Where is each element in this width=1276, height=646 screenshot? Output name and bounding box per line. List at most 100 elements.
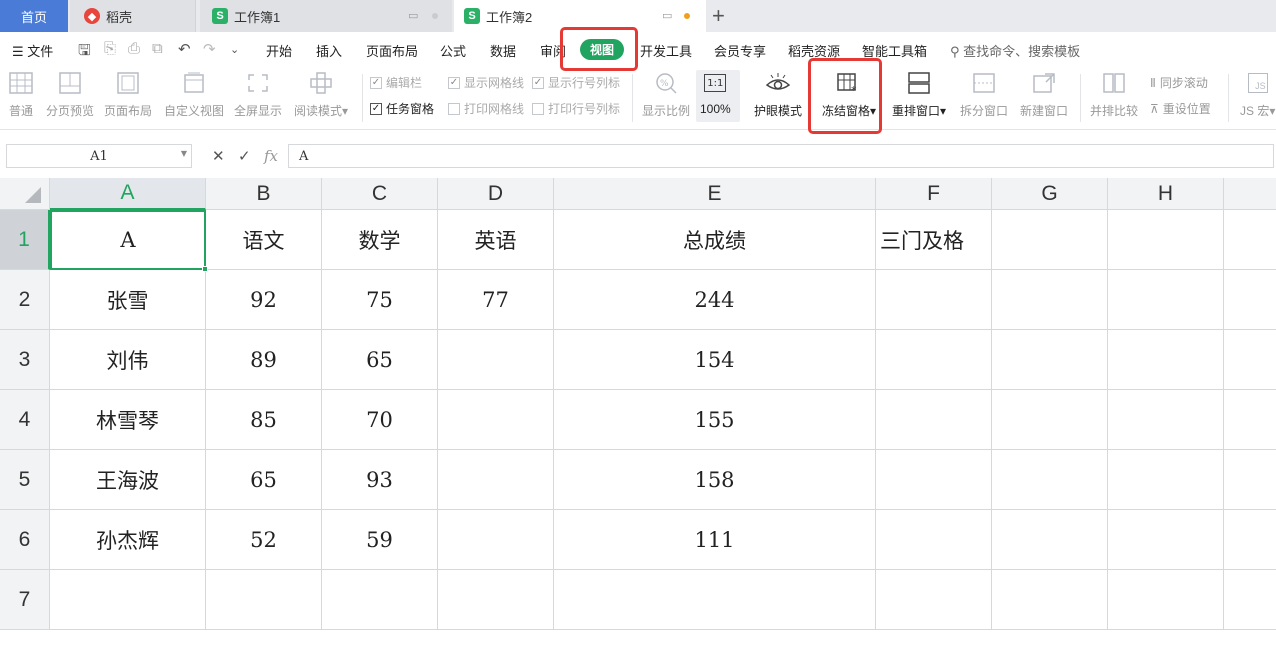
custom-view-button[interactable]: 自定义视图: [164, 70, 224, 119]
cell-d1[interactable]: 英语: [438, 210, 554, 270]
cell-c4[interactable]: 70: [322, 390, 438, 450]
cell-a1[interactable]: A: [50, 210, 206, 270]
cell-h2[interactable]: [1108, 270, 1224, 330]
arrange-all-button[interactable]: 重排窗口▾: [892, 70, 946, 119]
cell-e7[interactable]: [554, 570, 876, 630]
cell-b3[interactable]: 89: [206, 330, 322, 390]
formula-input[interactable]: A: [288, 144, 1274, 168]
cell-g3[interactable]: [992, 330, 1108, 390]
reading-mode-button[interactable]: 阅读模式▾: [294, 70, 348, 119]
row-header-2[interactable]: 2: [0, 270, 50, 330]
print-icon[interactable]: ⎙: [128, 40, 140, 57]
cell-c6[interactable]: 59: [322, 510, 438, 570]
cell-a2[interactable]: 张雪: [50, 270, 206, 330]
cell-partial[interactable]: [1224, 390, 1276, 450]
cell-g7[interactable]: [992, 570, 1108, 630]
fx-icon[interactable]: fx: [264, 147, 278, 165]
cell-b7[interactable]: [206, 570, 322, 630]
cell-h6[interactable]: [1108, 510, 1224, 570]
menu-start[interactable]: 开始: [266, 41, 292, 60]
normal-view-button[interactable]: 普通: [8, 70, 34, 119]
eye-protection-button[interactable]: 护眼模式: [754, 70, 802, 119]
cell-f4[interactable]: [876, 390, 992, 450]
cell-a6[interactable]: 孙杰辉: [50, 510, 206, 570]
column-header-e[interactable]: E: [554, 178, 876, 210]
chevron-down-icon[interactable]: ▼: [181, 149, 187, 158]
export-pdf-icon[interactable]: ⎘: [104, 40, 116, 57]
save-icon[interactable]: 🖫: [78, 40, 91, 65]
cell-b2[interactable]: 92: [206, 270, 322, 330]
column-header-b[interactable]: B: [206, 178, 322, 210]
undo-icon[interactable]: ↶: [178, 40, 191, 58]
sync-scroll-button[interactable]: Ⅱ 同步滚动: [1150, 74, 1208, 91]
column-header-partial[interactable]: [1224, 178, 1276, 210]
column-header-f[interactable]: F: [876, 178, 992, 210]
page-layout-view-button[interactable]: 页面布局: [104, 70, 152, 119]
cell-c7[interactable]: [322, 570, 438, 630]
monitor-icon[interactable]: ▭: [408, 9, 418, 22]
name-box[interactable]: A1 ▼: [6, 144, 192, 168]
cell-c2[interactable]: 75: [322, 270, 438, 330]
show-headings-checkbox[interactable]: ✓ 显示行号列标: [532, 74, 620, 91]
cell-partial[interactable]: [1224, 270, 1276, 330]
cell-g5[interactable]: [992, 450, 1108, 510]
tab-workbook1[interactable]: S 工作簿1 ▭: [200, 0, 452, 32]
tab-home[interactable]: 首页: [0, 0, 68, 32]
column-header-c[interactable]: C: [322, 178, 438, 210]
cell-a4[interactable]: 林雪琴: [50, 390, 206, 450]
cell-a3[interactable]: 刘伟: [50, 330, 206, 390]
cell-e5[interactable]: 158: [554, 450, 876, 510]
menu-developer[interactable]: 开发工具: [640, 41, 692, 60]
new-tab-icon[interactable]: +: [712, 3, 725, 29]
cell-e3[interactable]: 154: [554, 330, 876, 390]
cell-f6[interactable]: [876, 510, 992, 570]
cell-b1[interactable]: 语文: [206, 210, 322, 270]
cell-d3[interactable]: [438, 330, 554, 390]
cell-b6[interactable]: 52: [206, 510, 322, 570]
cell-h4[interactable]: [1108, 390, 1224, 450]
cell-c5[interactable]: 93: [322, 450, 438, 510]
command-search[interactable]: ⚲ 查找命令、搜索模板: [950, 41, 1080, 60]
cell-e1[interactable]: 总成绩: [554, 210, 876, 270]
row-header-6[interactable]: 6: [0, 510, 50, 570]
select-all-corner[interactable]: [0, 178, 50, 210]
zoom-button[interactable]: % 显示比例: [642, 70, 690, 119]
menu-page-layout[interactable]: 页面布局: [366, 41, 418, 60]
column-header-g[interactable]: G: [992, 178, 1108, 210]
cell-h1[interactable]: [1108, 210, 1224, 270]
cell-d6[interactable]: [438, 510, 554, 570]
column-header-h[interactable]: H: [1108, 178, 1224, 210]
cell-partial[interactable]: [1224, 450, 1276, 510]
cell-f7[interactable]: [876, 570, 992, 630]
full-screen-button[interactable]: 全屏显示: [234, 70, 282, 119]
cell-partial[interactable]: [1224, 330, 1276, 390]
print-gridlines-checkbox[interactable]: 打印网格线: [448, 100, 524, 117]
monitor-icon[interactable]: ▭: [662, 9, 672, 22]
menu-data[interactable]: 数据: [490, 41, 516, 60]
cell-c1[interactable]: 数学: [322, 210, 438, 270]
cell-h7[interactable]: [1108, 570, 1224, 630]
column-header-d[interactable]: D: [438, 178, 554, 210]
row-header-5[interactable]: 5: [0, 450, 50, 510]
cell-h3[interactable]: [1108, 330, 1224, 390]
cell-g1[interactable]: [992, 210, 1108, 270]
row-header-4[interactable]: 4: [0, 390, 50, 450]
task-pane-checkbox[interactable]: ✓ 任务窗格: [370, 100, 434, 117]
js-macro-button[interactable]: JS JS 宏▾: [1240, 70, 1275, 119]
row-header-7[interactable]: 7: [0, 570, 50, 630]
confirm-icon[interactable]: ✓: [238, 147, 251, 165]
cell-e2[interactable]: 244: [554, 270, 876, 330]
cell-h5[interactable]: [1108, 450, 1224, 510]
split-window-button[interactable]: 拆分窗口: [960, 70, 1008, 119]
new-window-button[interactable]: 新建窗口: [1020, 70, 1068, 119]
redo-icon[interactable]: ↷: [203, 40, 216, 58]
print-headings-checkbox[interactable]: 打印行号列标: [532, 100, 620, 117]
cell-f5[interactable]: [876, 450, 992, 510]
reset-position-button[interactable]: ⊼ 重设位置: [1150, 100, 1211, 117]
tab-docer[interactable]: ◆ 稻壳: [70, 0, 196, 32]
column-header-a[interactable]: A: [50, 178, 206, 210]
tab-close-dot-icon[interactable]: [432, 13, 438, 19]
fill-handle[interactable]: [202, 266, 208, 272]
cell-d5[interactable]: [438, 450, 554, 510]
menu-formula[interactable]: 公式: [440, 41, 466, 60]
